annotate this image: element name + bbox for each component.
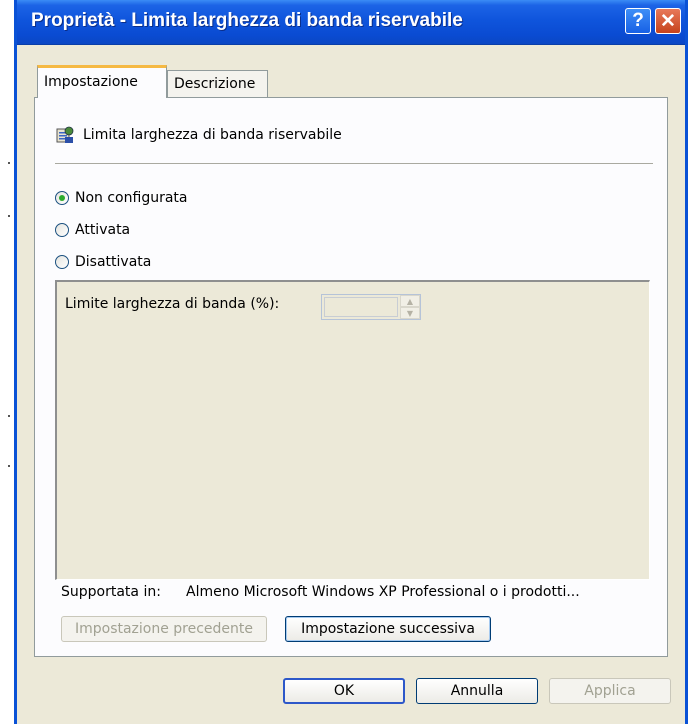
close-icon: ✕ xyxy=(660,10,676,32)
supported-value: Almeno Microsoft Windows XP Professional… xyxy=(186,584,580,600)
close-button[interactable]: ✕ xyxy=(655,8,681,34)
policy-header: Limita larghezza di banda riservabile xyxy=(55,125,342,145)
tab-panel: Limita larghezza di banda riservabile No… xyxy=(34,97,668,657)
radio-attivata[interactable]: Attivata xyxy=(55,222,130,238)
divider xyxy=(55,163,653,164)
background-mark xyxy=(8,465,10,467)
next-setting-button[interactable]: Impostazione successiva xyxy=(285,616,491,642)
cancel-button[interactable]: Annulla xyxy=(416,678,538,704)
tab-descrizione[interactable]: Descrizione xyxy=(167,70,268,98)
bandwidth-limit-label: Limite larghezza di banda (%): xyxy=(65,296,280,312)
previous-setting-button[interactable]: Impostazione precedente xyxy=(61,616,267,642)
help-button[interactable]: ? xyxy=(625,8,651,34)
radio-button[interactable] xyxy=(55,223,69,237)
spin-up-icon[interactable]: ▲ xyxy=(400,295,420,307)
window-title: Proprietà - Limita larghezza di banda ri… xyxy=(31,10,463,31)
background-window-edge xyxy=(0,0,14,724)
radio-label: Non configurata xyxy=(75,190,188,206)
radio-non-configurata[interactable]: Non configurata xyxy=(55,190,187,206)
policy-setting-icon xyxy=(55,125,75,145)
background-mark xyxy=(8,415,10,417)
bandwidth-limit-input[interactable] xyxy=(324,297,398,317)
background-mark xyxy=(8,162,10,164)
supported-label: Supportata in: xyxy=(61,584,161,600)
apply-button[interactable]: Applica xyxy=(549,678,671,704)
radio-label: Disattivata xyxy=(75,254,152,270)
radio-button-checked[interactable] xyxy=(55,191,69,205)
ok-button[interactable]: OK xyxy=(283,678,405,704)
spin-down-icon[interactable]: ▼ xyxy=(400,307,420,319)
radio-label: Attivata xyxy=(75,222,131,238)
policy-name: Limita larghezza di banda riservabile xyxy=(83,127,342,143)
spinner-buttons: ▲ ▼ xyxy=(400,295,420,319)
title-bar[interactable]: Proprietà - Limita larghezza di banda ri… xyxy=(17,0,685,45)
radio-button[interactable] xyxy=(55,255,69,269)
radio-disattivata[interactable]: Disattivata xyxy=(55,254,151,270)
bandwidth-limit-spinner[interactable]: ▲ ▼ xyxy=(321,294,421,320)
tab-impostazione[interactable]: Impostazione xyxy=(37,65,167,98)
background-mark xyxy=(8,215,10,217)
help-icon: ? xyxy=(632,10,644,31)
supported-on: Supportata in: Almeno Microsoft Windows … xyxy=(61,584,580,600)
options-box: Limite larghezza di banda (%): ▲ ▼ xyxy=(55,280,650,580)
properties-dialog: Proprietà - Limita larghezza di banda ri… xyxy=(14,0,688,724)
